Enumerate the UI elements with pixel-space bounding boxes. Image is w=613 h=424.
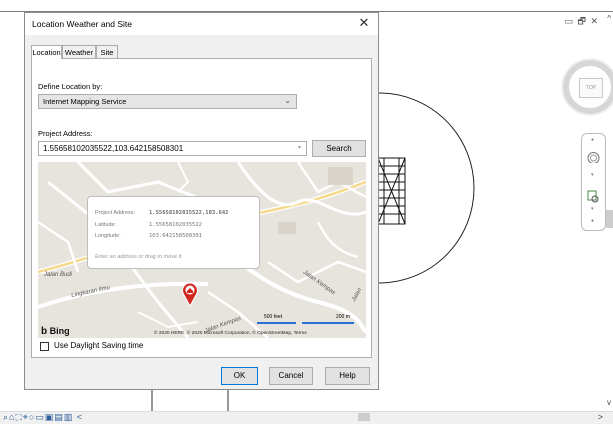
map-road-label: Jalan Budi (44, 272, 73, 278)
project-address-label: Project Address: (38, 129, 93, 138)
steering-wheel-icon[interactable] (587, 150, 600, 163)
project-address-input[interactable]: 1.55658102035522,103.642158508301 ▾ (38, 141, 307, 156)
window-controls[interactable]: ▭ 🗗 ✕ (565, 14, 600, 30)
dropdown-icon[interactable]: ▾ (591, 172, 594, 178)
project-address-value: 1.55658102035522,103.642158508301 (43, 144, 184, 153)
scroll-right-icon[interactable]: > (598, 412, 603, 422)
popup-latitude-key: Latitude: (95, 222, 117, 228)
scroll-up-icon[interactable]: ^ (607, 14, 611, 23)
vertical-scroll-thumb[interactable] (606, 210, 613, 228)
scale-meters-label: 200 m (336, 314, 350, 320)
tab-site[interactable]: Site (96, 45, 118, 58)
resize-grip-icon[interactable]: ⋰ (370, 380, 376, 387)
bing-b-icon: b (41, 326, 48, 337)
define-location-label: Define Location by: (38, 82, 103, 91)
address-dropdown-icon[interactable]: ▾ (298, 144, 301, 151)
viewcube-top-face[interactable]: TOP (579, 78, 603, 98)
bing-label: Bing (49, 326, 70, 336)
dialog-title: Location Weather and Site (32, 19, 133, 29)
ok-button[interactable]: OK (221, 367, 258, 385)
navigation-bar: ● ▾ ▾ ● (581, 133, 606, 231)
tab-weather[interactable]: Weather (62, 45, 96, 58)
popup-address-key: Project Address: (95, 210, 136, 216)
status-bar-icons[interactable]: ⌕⌂⛶⌖○▭▣▤▥ < (3, 412, 83, 423)
define-location-select[interactable]: Internet Mapping Service ⌄ (38, 94, 297, 109)
navbar-grip-icon[interactable]: ● (591, 137, 594, 143)
popup-longitude-value: 103.642158508301 (149, 233, 202, 239)
popup-hint: Enter an address or drag to move it. (95, 254, 183, 260)
horizontal-scrollbar[interactable] (0, 411, 613, 424)
scroll-down-icon[interactable]: v (607, 398, 611, 407)
bing-map[interactable]: Jalan Budi Lingkaran Ilmu Jalan Kempas J… (38, 162, 366, 338)
dialog-titlebar[interactable]: Location Weather and Site ✕ (25, 13, 378, 35)
popup-longitude-key: Longitude: (95, 233, 121, 239)
map-attribution[interactable]: © 2020 HERE, © 2020 Microsoft Corporatio… (154, 331, 307, 336)
location-info-popup: Project Address: 1.55658102035522,103.64… (87, 196, 260, 269)
popup-address-value: 1.55658102035522,103.642 (149, 210, 229, 216)
chevron-down-icon[interactable]: ⌄ (284, 96, 291, 105)
scale-bar-feet (257, 322, 296, 324)
location-weather-site-dialog: Location Weather and Site ✕ Location Wea… (24, 12, 379, 390)
scale-bar-meters (302, 322, 354, 324)
daylight-saving-checkbox[interactable] (40, 342, 49, 351)
cancel-button[interactable]: Cancel (269, 367, 313, 385)
zoom-dropdown-icon[interactable]: ▾ (591, 206, 594, 212)
help-button[interactable]: Help (325, 367, 370, 385)
location-pin-icon[interactable] (181, 281, 199, 307)
stair-symbol (377, 157, 406, 225)
define-location-value: Internet Mapping Service (43, 97, 127, 106)
popup-latitude-value: 1.55658102035522 (149, 222, 202, 228)
zoom-icon[interactable] (587, 190, 600, 203)
horizontal-scroll-thumb[interactable] (358, 413, 370, 421)
bing-logo: b Bing (41, 326, 70, 337)
daylight-saving-label[interactable]: Use Daylight Saving time (54, 341, 143, 350)
search-button[interactable]: Search (312, 140, 366, 157)
scale-feet-label: 500 feet (264, 314, 283, 320)
close-icon[interactable]: ✕ (356, 15, 372, 31)
tab-location[interactable]: Location (31, 45, 62, 59)
navbar-grip-bottom-icon[interactable]: ● (591, 218, 594, 224)
